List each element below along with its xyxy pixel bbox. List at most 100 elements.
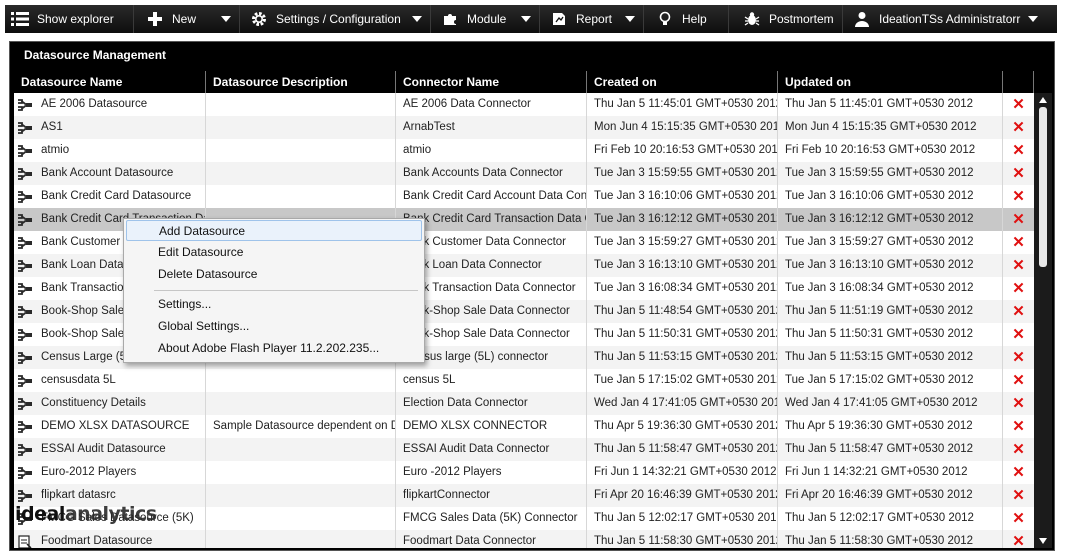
help-button[interactable]: Help	[644, 5, 729, 33]
cell-datasource-description	[206, 185, 396, 208]
scroll-up-arrow-icon[interactable]	[1039, 97, 1047, 103]
report-menu-button[interactable]: Report	[540, 5, 644, 33]
cell-updated-on: Tue Jan 3 15:59:27 GMT+0530 2012	[778, 231, 1003, 254]
table-row[interactable]: censusdata 5L census 5L Tue Jan 5 17:15:02…	[14, 369, 1034, 392]
scroll-thumb[interactable]	[1039, 107, 1047, 267]
cell-connector-name: AE 2006 Data Connector	[396, 93, 587, 116]
delete-x-icon[interactable]: ✕	[1012, 327, 1025, 342]
add-datasource-menu-item[interactable]: Add Datasource	[126, 220, 422, 241]
cell-datasource-name: ESSAI Audit Datasource	[14, 438, 206, 461]
cell-updated-on: Tue Jan 3 16:08:34 GMT+0530 2012	[778, 277, 1003, 300]
cell-delete: ✕	[1003, 369, 1034, 392]
cell-updated-on: Wed Jan 4 17:41:05 GMT+0530 2012	[778, 392, 1003, 415]
context-menu: Add Datasource Edit Datasource Delete Da…	[123, 218, 425, 363]
column-header-connector[interactable]: Connector Name	[396, 71, 587, 93]
settings-menu-item[interactable]: Settings...	[126, 294, 422, 315]
table-row[interactable]: ESSAI Audit Datasource ESSAI Audit Data C…	[14, 438, 1034, 461]
column-header-created[interactable]: Created on	[587, 71, 778, 93]
delete-x-icon[interactable]: ✕	[1012, 97, 1025, 112]
delete-x-icon[interactable]: ✕	[1012, 143, 1025, 158]
cell-datasource-description	[206, 530, 396, 548]
report-icon	[550, 10, 568, 28]
lightbulb-icon	[656, 10, 674, 28]
table-row[interactable]: AS1 ArnabTest Mon Jun 4 15:15:35 GMT+0530 …	[14, 116, 1034, 139]
vertical-scrollbar[interactable]	[1034, 93, 1052, 548]
table-row[interactable]: DEMO XLSX DATASOURCE Sample Datasource de…	[14, 415, 1034, 438]
cell-connector-name: flipkartConnector	[396, 484, 587, 507]
table-row[interactable]: Euro-2012 Players Euro -2012 Players Fri J…	[14, 461, 1034, 484]
cell-created-on: Tue Jan 5 17:15:02 GMT+0530 2012	[587, 369, 778, 392]
datasource-icon	[17, 258, 33, 274]
datasource-icon	[17, 120, 33, 136]
table-row[interactable]: Bank Account Datasource Bank Accounts Dat…	[14, 162, 1034, 185]
datasource-name-text: Foodmart Datasource	[41, 535, 153, 547]
table-row[interactable]: Bank Credit Card Datasource Bank Credit C…	[14, 185, 1034, 208]
cell-updated-on: Fri Jun 1 14:32:21 GMT+0530 2012	[778, 461, 1003, 484]
cell-connector-name: Euro -2012 Players	[396, 461, 587, 484]
user-icon	[853, 10, 871, 28]
delete-x-icon[interactable]: ✕	[1012, 120, 1025, 135]
delete-x-icon[interactable]: ✕	[1012, 189, 1025, 204]
cell-datasource-name: DEMO XLSX DATASOURCE	[14, 415, 206, 438]
settings-menu-button[interactable]: Settings / Configuration	[240, 5, 431, 33]
table-row[interactable]: FMCG Sales Datasource (5K) FMCG Sales Dat…	[14, 507, 1034, 530]
user-menu-button[interactable]: IdeationTSs Administratorr	[843, 5, 1046, 33]
cell-delete: ✕	[1003, 116, 1034, 139]
delete-x-icon[interactable]: ✕	[1012, 488, 1025, 503]
cell-created-on: Tue Jan 3 16:10:06 GMT+0530 2012	[587, 185, 778, 208]
cell-updated-on: Tue Jan 3 15:59:55 GMT+0530 2012	[778, 162, 1003, 185]
delete-x-icon[interactable]: ✕	[1012, 465, 1025, 480]
datasource-icon	[17, 97, 33, 113]
delete-x-icon[interactable]: ✕	[1012, 534, 1025, 548]
delete-x-icon[interactable]: ✕	[1012, 350, 1025, 365]
delete-x-icon[interactable]: ✕	[1012, 419, 1025, 434]
delete-x-icon[interactable]: ✕	[1012, 373, 1025, 388]
cell-updated-on: Thu Jan 5 11:58:30 GMT+0530 2012	[778, 530, 1003, 548]
cell-created-on: Thu Jan 5 12:02:17 GMT+0530 2012	[587, 507, 778, 530]
delete-datasource-menu-item[interactable]: Delete Datasource	[126, 264, 422, 285]
column-header-updated[interactable]: Updated on	[778, 71, 1003, 93]
cell-connector-name: DEMO XLSX CONNECTOR	[396, 415, 587, 438]
delete-x-icon[interactable]: ✕	[1012, 511, 1025, 526]
datasource-name-text: AE 2006 Datasource	[41, 98, 148, 110]
datasource-icon	[17, 442, 33, 458]
cell-delete: ✕	[1003, 323, 1034, 346]
delete-x-icon[interactable]: ✕	[1012, 166, 1025, 181]
cell-created-on: Thu Jan 5 11:58:30 GMT+0530 2012	[587, 530, 778, 548]
cell-updated-on: Mon Jun 4 15:15:35 GMT+0530 2012	[778, 116, 1003, 139]
delete-x-icon[interactable]: ✕	[1012, 304, 1025, 319]
postmortem-label: Postmortem	[769, 12, 834, 26]
datasource-name-text: Euro-2012 Players	[41, 466, 137, 478]
column-header-name[interactable]: Datasource Name	[14, 71, 206, 93]
delete-x-icon[interactable]: ✕	[1012, 258, 1025, 273]
delete-x-icon[interactable]: ✕	[1012, 396, 1025, 411]
table-row[interactable]: atmio atmio Fri Feb 10 20:16:53 GMT+0530 2…	[14, 139, 1034, 162]
datasource-icon	[17, 350, 33, 366]
datasource-icon	[17, 212, 33, 228]
delete-x-icon[interactable]: ✕	[1012, 442, 1025, 457]
column-header-description[interactable]: Datasource Description	[206, 71, 396, 93]
logo-part-analytics: analytics	[64, 503, 157, 525]
panel-title: Datasource Management	[24, 48, 167, 62]
about-flash-menu-item[interactable]: About Adobe Flash Player 11.2.202.235...	[126, 338, 422, 359]
edit-datasource-menu-item[interactable]: Edit Datasource	[126, 242, 422, 263]
module-menu-button[interactable]: Module	[431, 5, 540, 33]
new-menu-button[interactable]: New	[134, 5, 240, 33]
delete-x-icon[interactable]: ✕	[1012, 212, 1025, 227]
cell-connector-name: atmio	[396, 139, 587, 162]
scroll-down-arrow-icon[interactable]	[1039, 538, 1047, 544]
table-row[interactable]: AE 2006 Datasource AE 2006 Data Connector…	[14, 93, 1034, 116]
cell-updated-on: Tue Jan 3 16:13:10 GMT+0530 2012	[778, 254, 1003, 277]
global-settings-menu-item[interactable]: Global Settings...	[126, 316, 422, 337]
table-row[interactable]: flipkart datasrc flipkartConnector Fri Apr…	[14, 484, 1034, 507]
table-row[interactable]: Foodmart Datasource Foodmart Data Connect…	[14, 530, 1034, 548]
cell-updated-on: Tue Jan 5 17:15:02 GMT+0530 2012	[778, 369, 1003, 392]
show-explorer-button[interactable]: Show explorer	[5, 5, 134, 33]
delete-x-icon[interactable]: ✕	[1012, 281, 1025, 296]
datasource-icon	[17, 189, 33, 205]
table-row[interactable]: Constituency Details Election Data Connec…	[14, 392, 1034, 415]
postmortem-button[interactable]: Postmortem	[729, 5, 843, 33]
datasource-icon	[17, 327, 33, 343]
cell-updated-on: Thu Apr 5 19:36:30 GMT+0530 2012	[778, 415, 1003, 438]
delete-x-icon[interactable]: ✕	[1012, 235, 1025, 250]
